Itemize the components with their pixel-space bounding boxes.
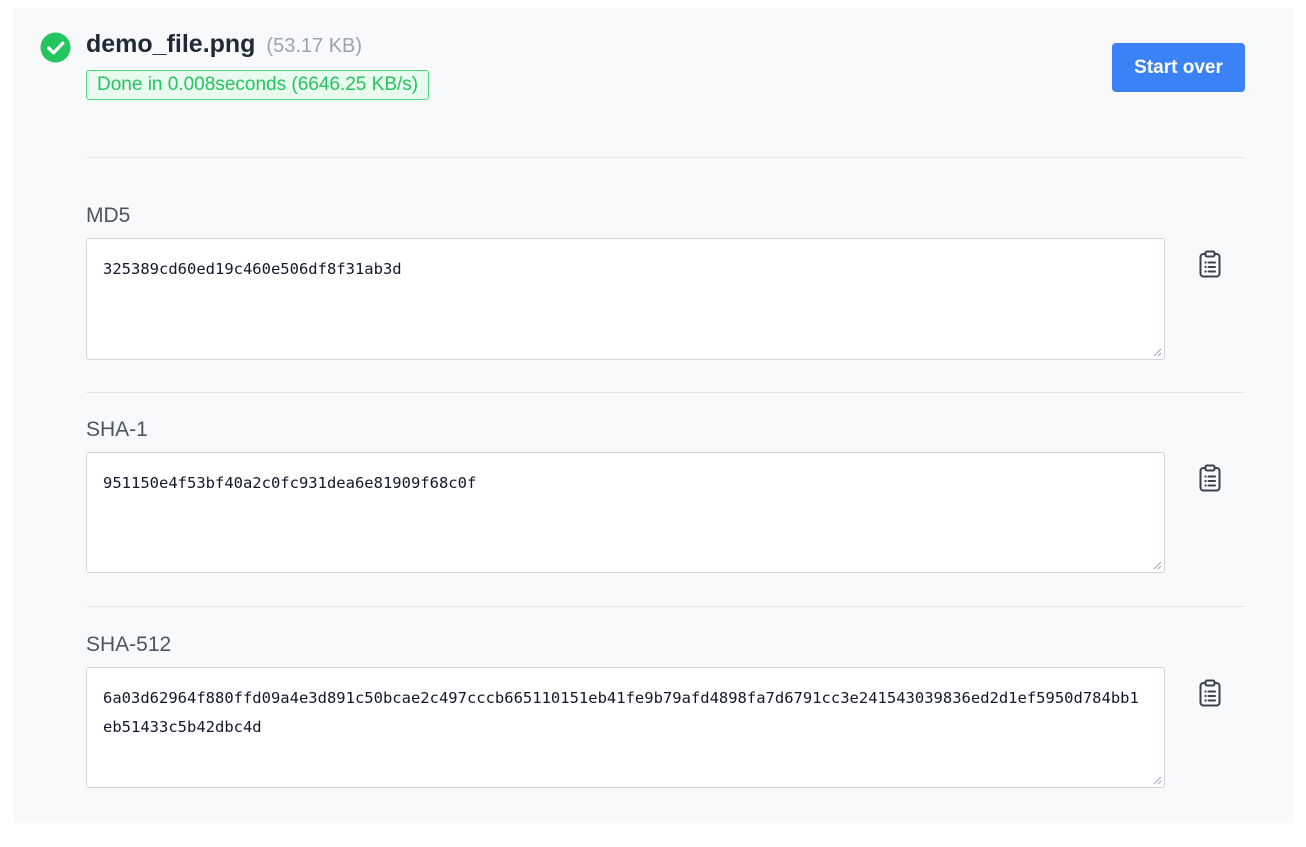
divider [86,392,1245,393]
hash-textarea[interactable]: 325389cd60ed19c460e506df8f31ab3d [86,238,1165,360]
resize-handle-icon[interactable] [1152,775,1162,785]
clipboard-icon [1199,464,1221,492]
hash-value: 325389cd60ed19c460e506df8f31ab3d [103,260,402,278]
hash-label: SHA-512 [86,633,172,656]
clipboard-icon [1199,679,1221,707]
copy-sha512-button[interactable] [1195,677,1225,709]
file-title: demo_file.png (53.17 KB) [86,30,362,59]
clipboard-icon [1199,250,1221,278]
resize-handle-icon[interactable] [1152,347,1162,357]
hash-section-sha1: SHA-1 951150e4f53bf40a2c0fc931dea6e81909… [13,418,1293,632]
hash-label: SHA-1 [86,418,148,441]
copy-md5-button[interactable] [1195,248,1225,280]
resize-handle-icon[interactable] [1152,560,1162,570]
hash-textarea[interactable]: 6a03d62964f880ffd09a4e3d891c50bcae2c497c… [86,667,1165,788]
divider [86,157,1245,158]
file-header: demo_file.png (53.17 KB) Done in 0.008se… [13,8,1293,158]
status-badge: Done in 0.008seconds (6646.25 KB/s) [86,70,430,100]
hash-section-sha512: SHA-512 6a03d62964f880ffd09a4e3d891c50bc… [13,633,1293,847]
hash-value: 951150e4f53bf40a2c0fc931dea6e81909f68c0f [103,474,477,492]
hash-value: 6a03d62964f880ffd09a4e3d891c50bcae2c497c… [103,689,1139,736]
file-size: (53.17 KB) [266,35,363,57]
hash-result-panel: demo_file.png (53.17 KB) Done in 0.008se… [13,8,1293,823]
divider [86,606,1245,607]
hash-textarea[interactable]: 951150e4f53bf40a2c0fc931dea6e81909f68c0f [86,452,1165,573]
hash-section-md5: MD5 325389cd60ed19c460e506df8f31ab3d [13,204,1293,418]
check-circle-icon [40,32,71,63]
file-name: demo_file.png [86,30,256,58]
copy-sha1-button[interactable] [1195,462,1225,494]
start-over-button[interactable]: Start over [1112,43,1245,92]
hash-label: MD5 [86,204,131,227]
